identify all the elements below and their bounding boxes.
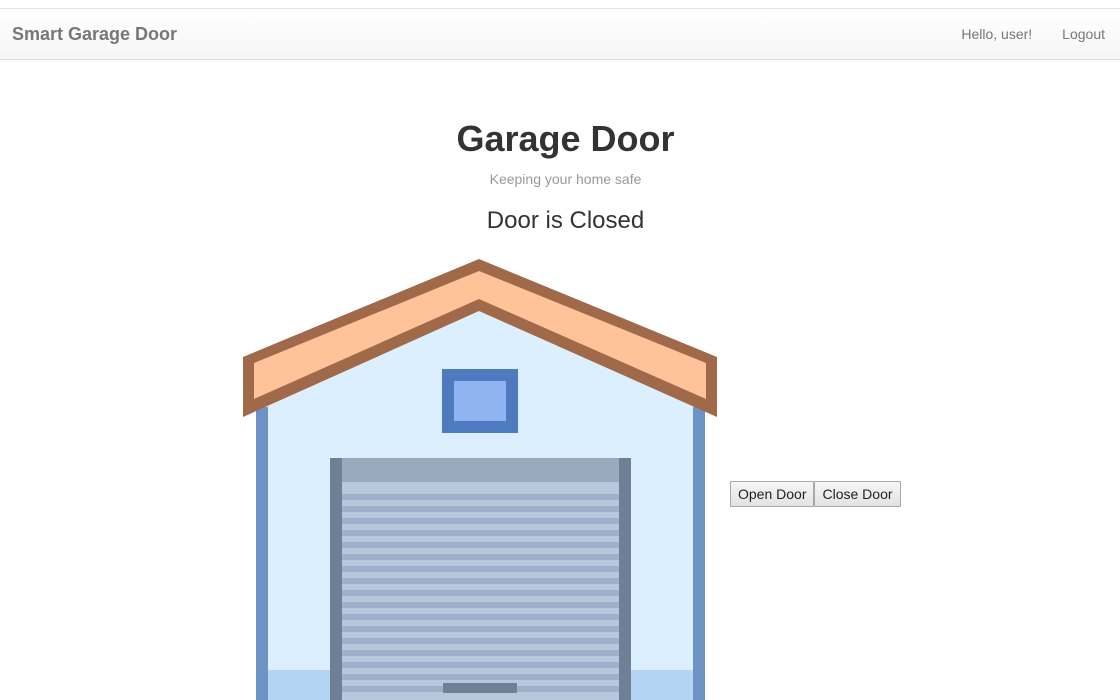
door-status: Door is Closed bbox=[486, 207, 645, 234]
garage-door-panel bbox=[342, 482, 619, 700]
user-greeting-link[interactable]: Hello, user! bbox=[946, 26, 1047, 42]
page-title: Garage Door bbox=[456, 118, 675, 159]
garage-wall-right-edge bbox=[693, 407, 705, 700]
garage-door-header bbox=[342, 458, 619, 482]
brand-link[interactable]: Smart Garage Door bbox=[12, 24, 177, 45]
garage-window-glass bbox=[454, 381, 506, 421]
navbar: Smart Garage Door Hello, user! Logout bbox=[0, 9, 1120, 60]
close-door-button[interactable]: Close Door bbox=[814, 481, 901, 507]
garage-icon bbox=[243, 259, 717, 700]
top-border bbox=[0, 0, 1120, 9]
open-door-button[interactable]: Open Door bbox=[730, 481, 815, 507]
navbar-right: Hello, user! Logout bbox=[946, 26, 1120, 42]
door-controls: Open Door Close Door bbox=[730, 481, 901, 507]
garage-wall-left-edge bbox=[256, 407, 268, 700]
garage-door-handle bbox=[443, 683, 517, 693]
page-subtitle: Keeping your home safe bbox=[489, 171, 642, 187]
logout-link[interactable]: Logout bbox=[1047, 26, 1120, 42]
